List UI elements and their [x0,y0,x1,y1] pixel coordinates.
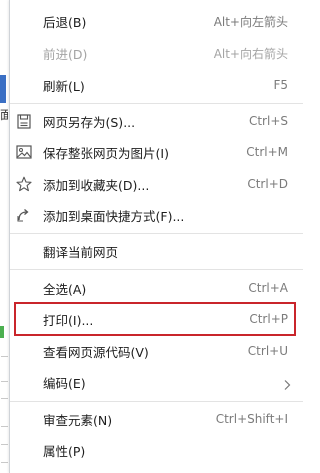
menu-item-label: 编码(E) [43,375,86,391]
menu-item-shortcut: Alt+向左箭头 [213,14,288,29]
menu-item-save-page-as[interactable]: 网页另存为(S)... Ctrl+S [10,106,303,136]
menu-item-label: 全选(A) [43,281,87,297]
menu-item-inspect[interactable]: 审查元素(N) Ctrl+Shift+I [10,404,303,434]
menu-item-shortcut: Ctrl+U [247,344,288,358]
menu-item-label: 前进(D) [43,46,88,62]
image-icon [15,143,33,161]
menu-item-label: 保存整张网页为图片(I) [43,145,169,161]
context-menu: 后退(B) Alt+向左箭头 前进(D) Alt+向右箭头 刷新(L) F5 网… [9,0,303,473]
menu-item-select-all[interactable]: 全选(A) Ctrl+A [10,273,303,303]
menu-item-add-favorite[interactable]: 添加到收藏夹(D)... Ctrl+D [10,169,303,199]
menu-item-label: 审查元素(N) [43,412,113,428]
background-text-line [1,356,8,357]
menu-item-label: 查看网页源代码(V) [43,344,149,360]
menu-item-save-as-image[interactable]: 保存整张网页为图片(I) Ctrl+M [10,137,303,167]
menu-item-back[interactable]: 后退(B) Alt+向左箭头 [10,6,303,36]
menu-item-desktop-shortcut[interactable]: 添加到桌面快捷方式(F)... [10,200,303,230]
background-text: 面 [0,108,8,122]
save-page-icon [15,112,33,130]
menu-separator [10,103,303,104]
menu-separator [10,233,303,234]
menu-item-label: 后退(B) [43,14,87,30]
star-icon [15,175,33,193]
menu-item-label: 添加到收藏夹(D)... [43,177,150,193]
background-text-line [1,398,8,399]
background-text-line [1,444,8,445]
menu-item-shortcut: Ctrl+S [248,114,288,128]
shortcut-icon [15,206,33,224]
menu-item-shortcut: Ctrl+A [248,281,288,295]
menu-item-shortcut: F5 [273,78,288,92]
menu-item-label: 网页另存为(S)... [43,114,136,130]
menu-item-shortcut: Alt+向右箭头 [213,46,288,61]
menu-item-label: 翻译当前网页 [43,244,119,260]
menu-item-forward[interactable]: 前进(D) Alt+向右箭头 [10,38,303,68]
menu-item-shortcut: Ctrl+Shift+I [215,412,288,426]
menu-item-label: 刷新(L) [43,78,85,94]
background-blue-bar [0,75,6,103]
menu-item-shortcut: Ctrl+P [249,312,288,326]
menu-separator [10,269,303,270]
background-text-line [1,381,8,382]
background-green-mark [0,326,4,338]
menu-item-view-source[interactable]: 查看网页源代码(V) Ctrl+U [10,336,303,366]
background-text-line [1,426,8,427]
menu-item-properties[interactable]: 属性(P) [10,435,303,465]
background-text-line [1,462,8,463]
menu-separator [10,401,303,402]
menu-item-shortcut: Ctrl+D [247,177,288,191]
chevron-right-icon [283,376,291,390]
menu-item-refresh[interactable]: 刷新(L) F5 [10,70,303,100]
menu-item-label: 添加到桌面快捷方式(F)... [43,208,185,224]
screen: 面 后退(B) Alt+向左箭头 前进(D) Alt+向右箭头 刷新(L) F5 [0,0,303,473]
menu-item-label: 属性(P) [43,443,86,459]
menu-item-translate[interactable]: 翻译当前网页 [10,236,303,266]
menu-item-print[interactable]: 打印(I)... Ctrl+P [10,304,303,334]
menu-item-shortcut: Ctrl+M [246,145,288,159]
menu-item-label: 打印(I)... [43,312,94,328]
menu-item-encoding[interactable]: 编码(E) [10,367,303,397]
